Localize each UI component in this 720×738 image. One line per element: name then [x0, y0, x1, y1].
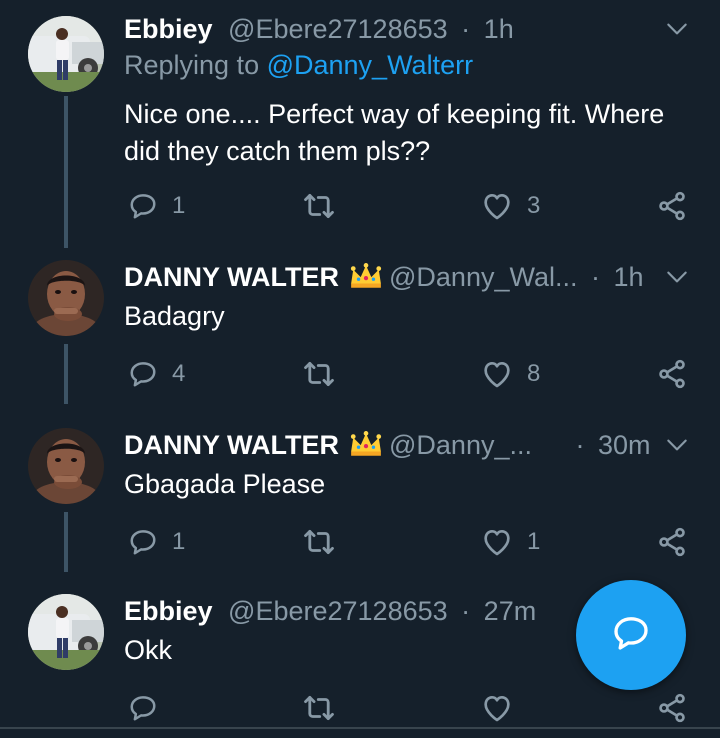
divider — [0, 727, 720, 729]
reply-icon — [128, 693, 158, 723]
like-button[interactable]: 1 — [481, 522, 540, 562]
share-button[interactable] — [656, 688, 688, 728]
user-handle[interactable]: @Ebere27128653 — [228, 14, 448, 44]
display-name[interactable]: DANNY WALTER — [124, 430, 339, 460]
tweet-text: Gbagada Please — [124, 469, 326, 499]
tweet-header: Ebbiey @Ebere27128653 · 1h — [124, 12, 660, 46]
like-button[interactable]: 8 — [481, 354, 540, 394]
user-handle[interactable]: @Danny_... — [389, 430, 532, 460]
tweet-actions: 4 8 — [0, 354, 720, 394]
replying-to: Replying to @Danny_Walterr — [124, 50, 473, 81]
tweet-header: DANNY WALTER @Danny_Wal... · 1h — [124, 260, 660, 294]
heart-icon — [481, 190, 513, 222]
reply-button[interactable] — [128, 688, 158, 728]
heart-icon — [481, 692, 513, 724]
retweet-icon — [302, 525, 336, 559]
tweet-header: DANNY WALTER @Danny_... · 30m — [124, 428, 660, 462]
separator: · — [575, 430, 585, 460]
chevron-down-icon[interactable] — [664, 264, 690, 295]
crown-emoji-icon — [349, 430, 383, 466]
reply-button[interactable]: 1 — [128, 186, 185, 226]
tweet-text: Badagry — [124, 301, 225, 331]
display-name[interactable]: Ebbiey — [124, 14, 213, 44]
retweet-button[interactable] — [302, 522, 336, 562]
share-button[interactable] — [656, 186, 688, 226]
tweet-actions: 1 3 — [0, 186, 720, 226]
retweet-icon — [302, 691, 336, 725]
heart-icon — [481, 526, 513, 558]
compose-reply-icon — [611, 613, 651, 658]
heart-icon — [481, 358, 513, 390]
display-name[interactable]: Ebbiey — [124, 596, 213, 626]
share-icon — [656, 190, 688, 222]
like-button[interactable]: 3 — [481, 186, 540, 226]
timestamp[interactable]: 1h — [484, 14, 514, 44]
separator: · — [591, 262, 600, 292]
timestamp[interactable]: 1h — [614, 262, 644, 292]
separator: · — [461, 596, 471, 626]
like-count: 8 — [527, 360, 541, 387]
share-icon — [656, 692, 688, 724]
timestamp[interactable]: 27m — [484, 596, 537, 626]
tweet-actions — [0, 688, 720, 728]
avatar[interactable] — [28, 16, 104, 92]
replying-prefix: Replying to — [124, 50, 267, 80]
user-handle[interactable]: @Ebere27128653 — [228, 596, 448, 626]
chevron-down-icon[interactable] — [664, 16, 690, 47]
tweet-text: Nice one.... Perfect way of keeping fit.… — [124, 99, 665, 166]
retweet-button[interactable] — [302, 354, 336, 394]
reply-icon — [128, 359, 158, 389]
reply-icon — [128, 191, 158, 221]
avatar[interactable] — [28, 594, 104, 670]
display-name[interactable]: DANNY WALTER — [124, 262, 339, 292]
mention-link[interactable]: @Danny_Walterr — [267, 50, 473, 80]
retweet-button[interactable] — [302, 688, 336, 728]
reply-icon — [128, 527, 158, 557]
retweet-icon — [302, 357, 336, 391]
avatar[interactable] — [28, 428, 104, 504]
retweet-button[interactable] — [302, 186, 336, 226]
retweet-icon — [302, 189, 336, 223]
share-button[interactable] — [656, 522, 688, 562]
reply-count: 4 — [172, 360, 186, 387]
share-button[interactable] — [656, 354, 688, 394]
like-count: 3 — [527, 192, 541, 219]
share-icon — [656, 526, 688, 558]
tweet-actions: 1 1 — [0, 522, 720, 562]
avatar[interactable] — [28, 260, 104, 336]
reply-count: 1 — [172, 528, 186, 555]
user-handle[interactable]: @Danny_Wal... — [389, 262, 577, 292]
crown-emoji-icon — [349, 262, 383, 298]
like-count: 1 — [527, 528, 541, 555]
reply-button[interactable]: 4 — [128, 354, 185, 394]
compose-reply-button[interactable] — [576, 580, 686, 690]
timestamp[interactable]: 30m — [598, 430, 651, 460]
separator: · — [461, 14, 471, 44]
reply-count: 1 — [172, 192, 186, 219]
like-button[interactable] — [481, 688, 513, 728]
share-icon — [656, 358, 688, 390]
chevron-down-icon[interactable] — [664, 432, 690, 463]
reply-button[interactable]: 1 — [128, 522, 185, 562]
